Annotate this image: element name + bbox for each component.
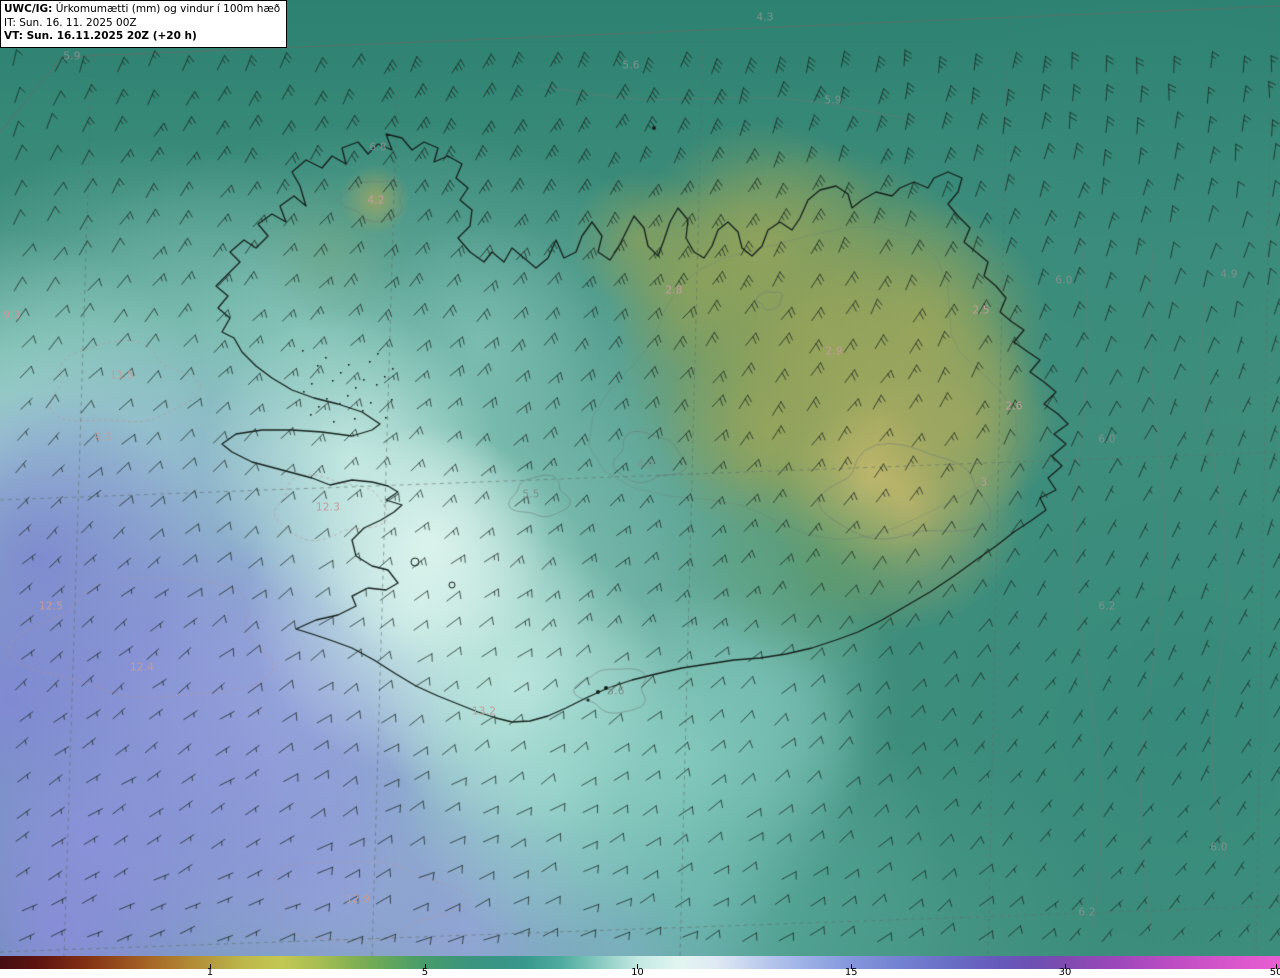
init-time: IT: Sun. 16. 11. 2025 00Z [4,16,137,29]
map-title-box: UWC/IG: Úrkomumætti (mm) og vindur í 100… [0,0,288,48]
weather-map-page: 4.3 5.9 5.6 5.9 6.8 4.2 2.8 6.0 4.9 2.5 9.3 2.9 11.5… [0,0,1280,978]
colorbar-tick-label: 5 [421,967,429,978]
map-area: 4.3 5.9 5.6 5.9 6.8 4.2 2.8 6.0 4.9 2.5 9.3 2.9 11.5… [0,0,1280,956]
colorbar-tick-label: 50 [1269,967,1280,978]
colorbar-tick-label: 10 [631,967,644,978]
map-product-title: UWC/IG: Úrkomumætti (mm) og vindur í 100… [4,3,280,17]
valid-time: VT: Sun. 16.11.2025 20Z (+20 h) [4,30,280,44]
product-description: Úrkomumætti (mm) og vindur í 100m hæð [52,3,281,15]
colorbar-tick-label: 15 [844,967,858,978]
colorbar-tick-label: 1 [206,967,214,978]
colorbar-footer: 1 5 10 15 30 50 [0,956,1280,978]
precipitation-wind-map-canvas [0,0,1280,956]
valid-time-value: Sun. 16.11.2025 20Z (+20 h) [22,30,197,42]
valid-time-label: VT: [4,30,23,42]
colorbar-tick-label: 30 [1058,967,1072,978]
model-name: UWC/IG: [4,3,53,15]
